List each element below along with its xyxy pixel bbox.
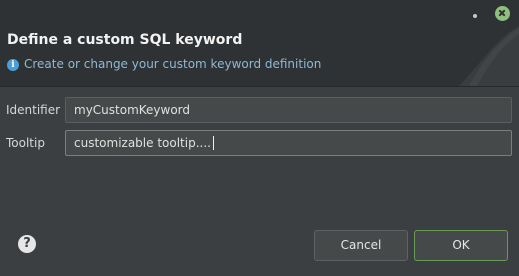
- info-icon: i: [7, 59, 19, 71]
- identifier-label: Identifier: [6, 103, 61, 117]
- minimize-button[interactable]: [467, 5, 483, 21]
- tooltip-label: Tooltip: [6, 136, 45, 150]
- help-icon: ?: [23, 236, 31, 251]
- identifier-input[interactable]: myCustomKeyword: [65, 97, 512, 123]
- cancel-button[interactable]: Cancel: [314, 230, 408, 261]
- help-button[interactable]: ?: [18, 235, 36, 253]
- header-separator: [0, 86, 519, 87]
- close-button[interactable]: [494, 5, 510, 21]
- custom-keyword-dialog: Define a custom SQL keyword i Create or …: [0, 0, 519, 276]
- minimize-dot-icon: [473, 14, 477, 18]
- header-decoration: [459, 26, 519, 86]
- identifier-input-value: myCustomKeyword: [74, 103, 191, 117]
- ok-button[interactable]: OK: [414, 230, 508, 261]
- dialog-subtitle: Create or change your custom keyword def…: [24, 57, 322, 71]
- tooltip-input[interactable]: customizable tooltip....: [65, 130, 512, 156]
- close-icon: [494, 5, 510, 21]
- text-caret: [212, 135, 214, 150]
- tooltip-input-value: customizable tooltip....: [74, 136, 211, 150]
- dialog-header: Define a custom SQL keyword i Create or …: [0, 26, 519, 86]
- title-bar: [0, 0, 519, 26]
- dialog-title: Define a custom SQL keyword: [7, 32, 243, 48]
